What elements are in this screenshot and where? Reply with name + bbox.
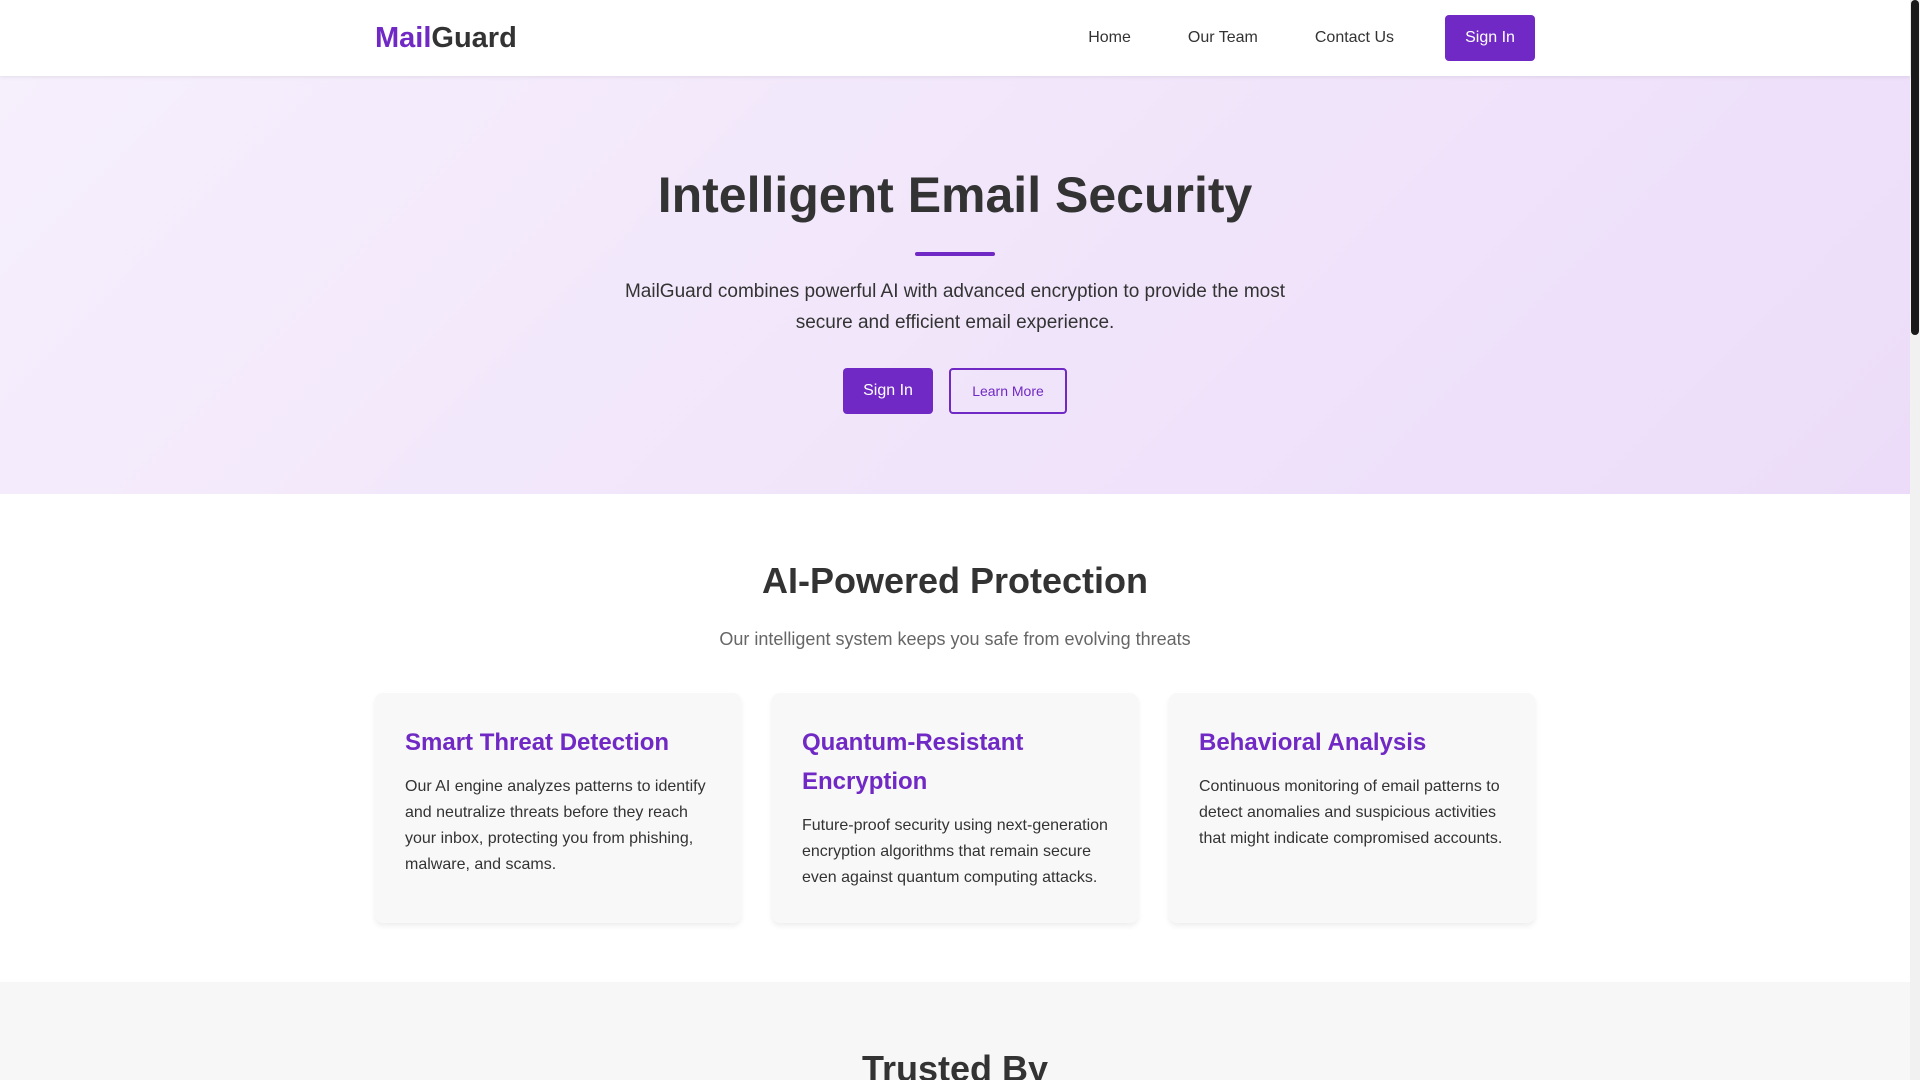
feature-card-threat-detection: Smart Threat Detection Our AI engine ana… (375, 693, 741, 923)
nav-link-home[interactable]: Home (1088, 29, 1131, 47)
hero-sign-in-button[interactable]: Sign In (843, 368, 933, 414)
logo-accent: Mail (375, 21, 432, 54)
hero-buttons: Sign In Learn More (0, 368, 1910, 414)
feature-card-encryption: Quantum-Resistant Encryption Future-proo… (772, 693, 1138, 923)
learn-more-button[interactable]: Learn More (949, 368, 1067, 414)
hero-section: Intelligent Email Security MailGuard com… (0, 76, 1910, 494)
features-title: AI-Powered Protection (761, 560, 1149, 601)
header-sign-in-button[interactable]: Sign In (1445, 15, 1535, 61)
main-nav: Home Our Team Contact Us Sign In (1088, 15, 1535, 61)
feature-card-title: Behavioral Analysis (1199, 729, 1427, 756)
scrollbar-thumb[interactable] (1911, 0, 1919, 335)
features-section: AI-Powered Protection Our intelligent sy… (0, 494, 1910, 982)
feature-card-text: Continuous monitoring of email patterns … (1199, 778, 1503, 847)
feature-card-title: Quantum-Resistant Encryption (802, 729, 1024, 795)
trusted-by-title: Trusted By (861, 1048, 1049, 1080)
hero-title: Intelligent Email Security (657, 167, 1253, 223)
feature-card-text: Our AI engine analyzes patterns to ident… (405, 778, 706, 873)
site-header: MailGuard Home Our Team Contact Us Sign … (0, 0, 1910, 76)
feature-card-behavioral-analysis: Behavioral Analysis Continuous monitorin… (1169, 693, 1535, 923)
hero-divider (915, 252, 995, 256)
trusted-by-section: Trusted By (0, 982, 1910, 1080)
feature-card-text: Future-proof security using next-generat… (802, 817, 1108, 886)
nav-link-contact-us[interactable]: Contact Us (1315, 29, 1394, 47)
nav-link-our-team[interactable]: Our Team (1188, 29, 1258, 47)
page-scrollbar[interactable] (1910, 0, 1920, 1080)
feature-card-title: Smart Threat Detection (405, 729, 670, 756)
logo-rest: Guard (431, 21, 517, 54)
header-container: MailGuard Home Our Team Contact Us Sign … (375, 0, 1535, 76)
feature-cards: Smart Threat Detection Our AI engine ana… (375, 693, 1535, 923)
features-subtitle: Our intelligent system keeps you safe fr… (719, 629, 1191, 649)
hero-description: MailGuard combines powerful AI with adva… (624, 281, 1286, 333)
logo[interactable]: MailGuard (375, 22, 517, 55)
